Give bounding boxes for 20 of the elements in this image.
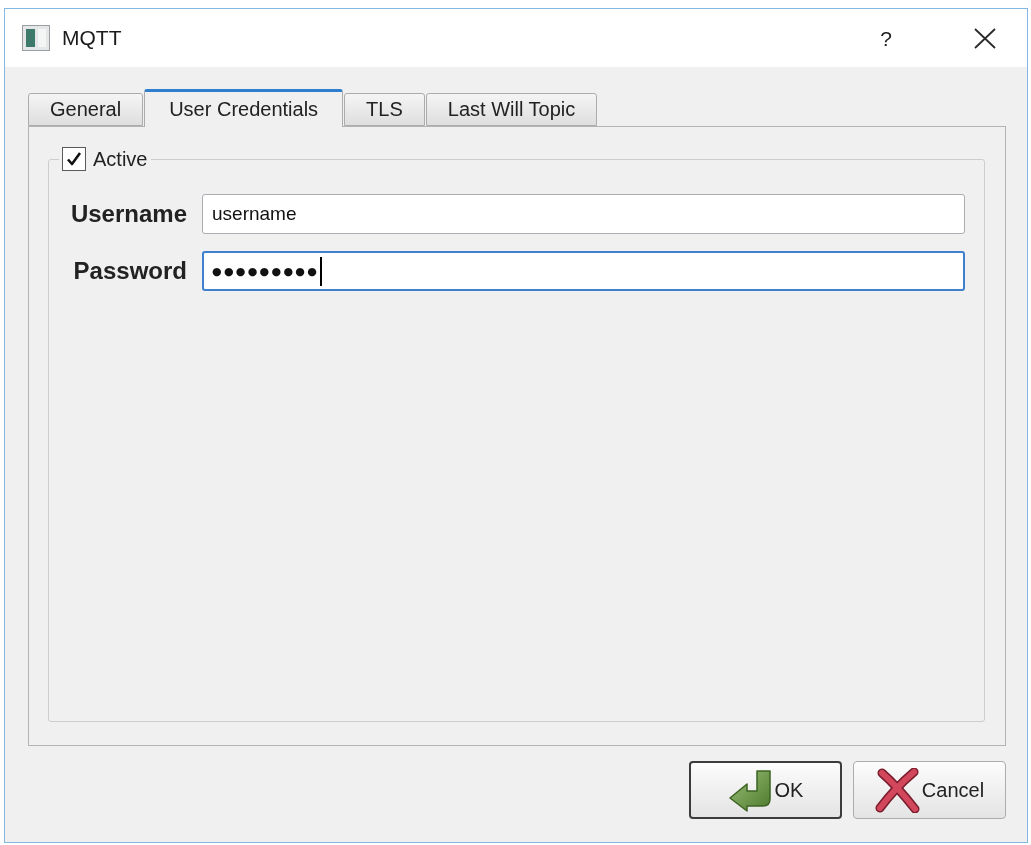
window-title: MQTT <box>62 26 122 50</box>
close-icon[interactable] <box>974 27 996 49</box>
check-mark-icon <box>66 151 82 167</box>
cancel-button[interactable]: Cancel <box>853 761 1006 819</box>
return-arrow-icon <box>727 768 773 812</box>
field-label: Username <box>70 200 187 228</box>
password-field[interactable]: ●●●●●●●●● <box>202 251 965 291</box>
tab[interactable]: Last Will Topic <box>425 93 598 126</box>
tab[interactable]: General <box>28 93 144 126</box>
window-icon <box>22 25 50 51</box>
cross-icon <box>874 767 920 813</box>
checkbox-label: Active <box>93 147 148 171</box>
checkbox[interactable] <box>62 147 86 171</box>
input-field[interactable]: username <box>202 194 965 234</box>
text-cursor-icon <box>320 256 323 286</box>
help-button[interactable]: ? <box>880 27 892 49</box>
tab[interactable]: TLS <box>344 93 425 126</box>
field-label: Password <box>73 257 187 285</box>
ok-button[interactable]: OK <box>689 761 842 819</box>
tab[interactable]: User Credentials <box>144 89 344 127</box>
